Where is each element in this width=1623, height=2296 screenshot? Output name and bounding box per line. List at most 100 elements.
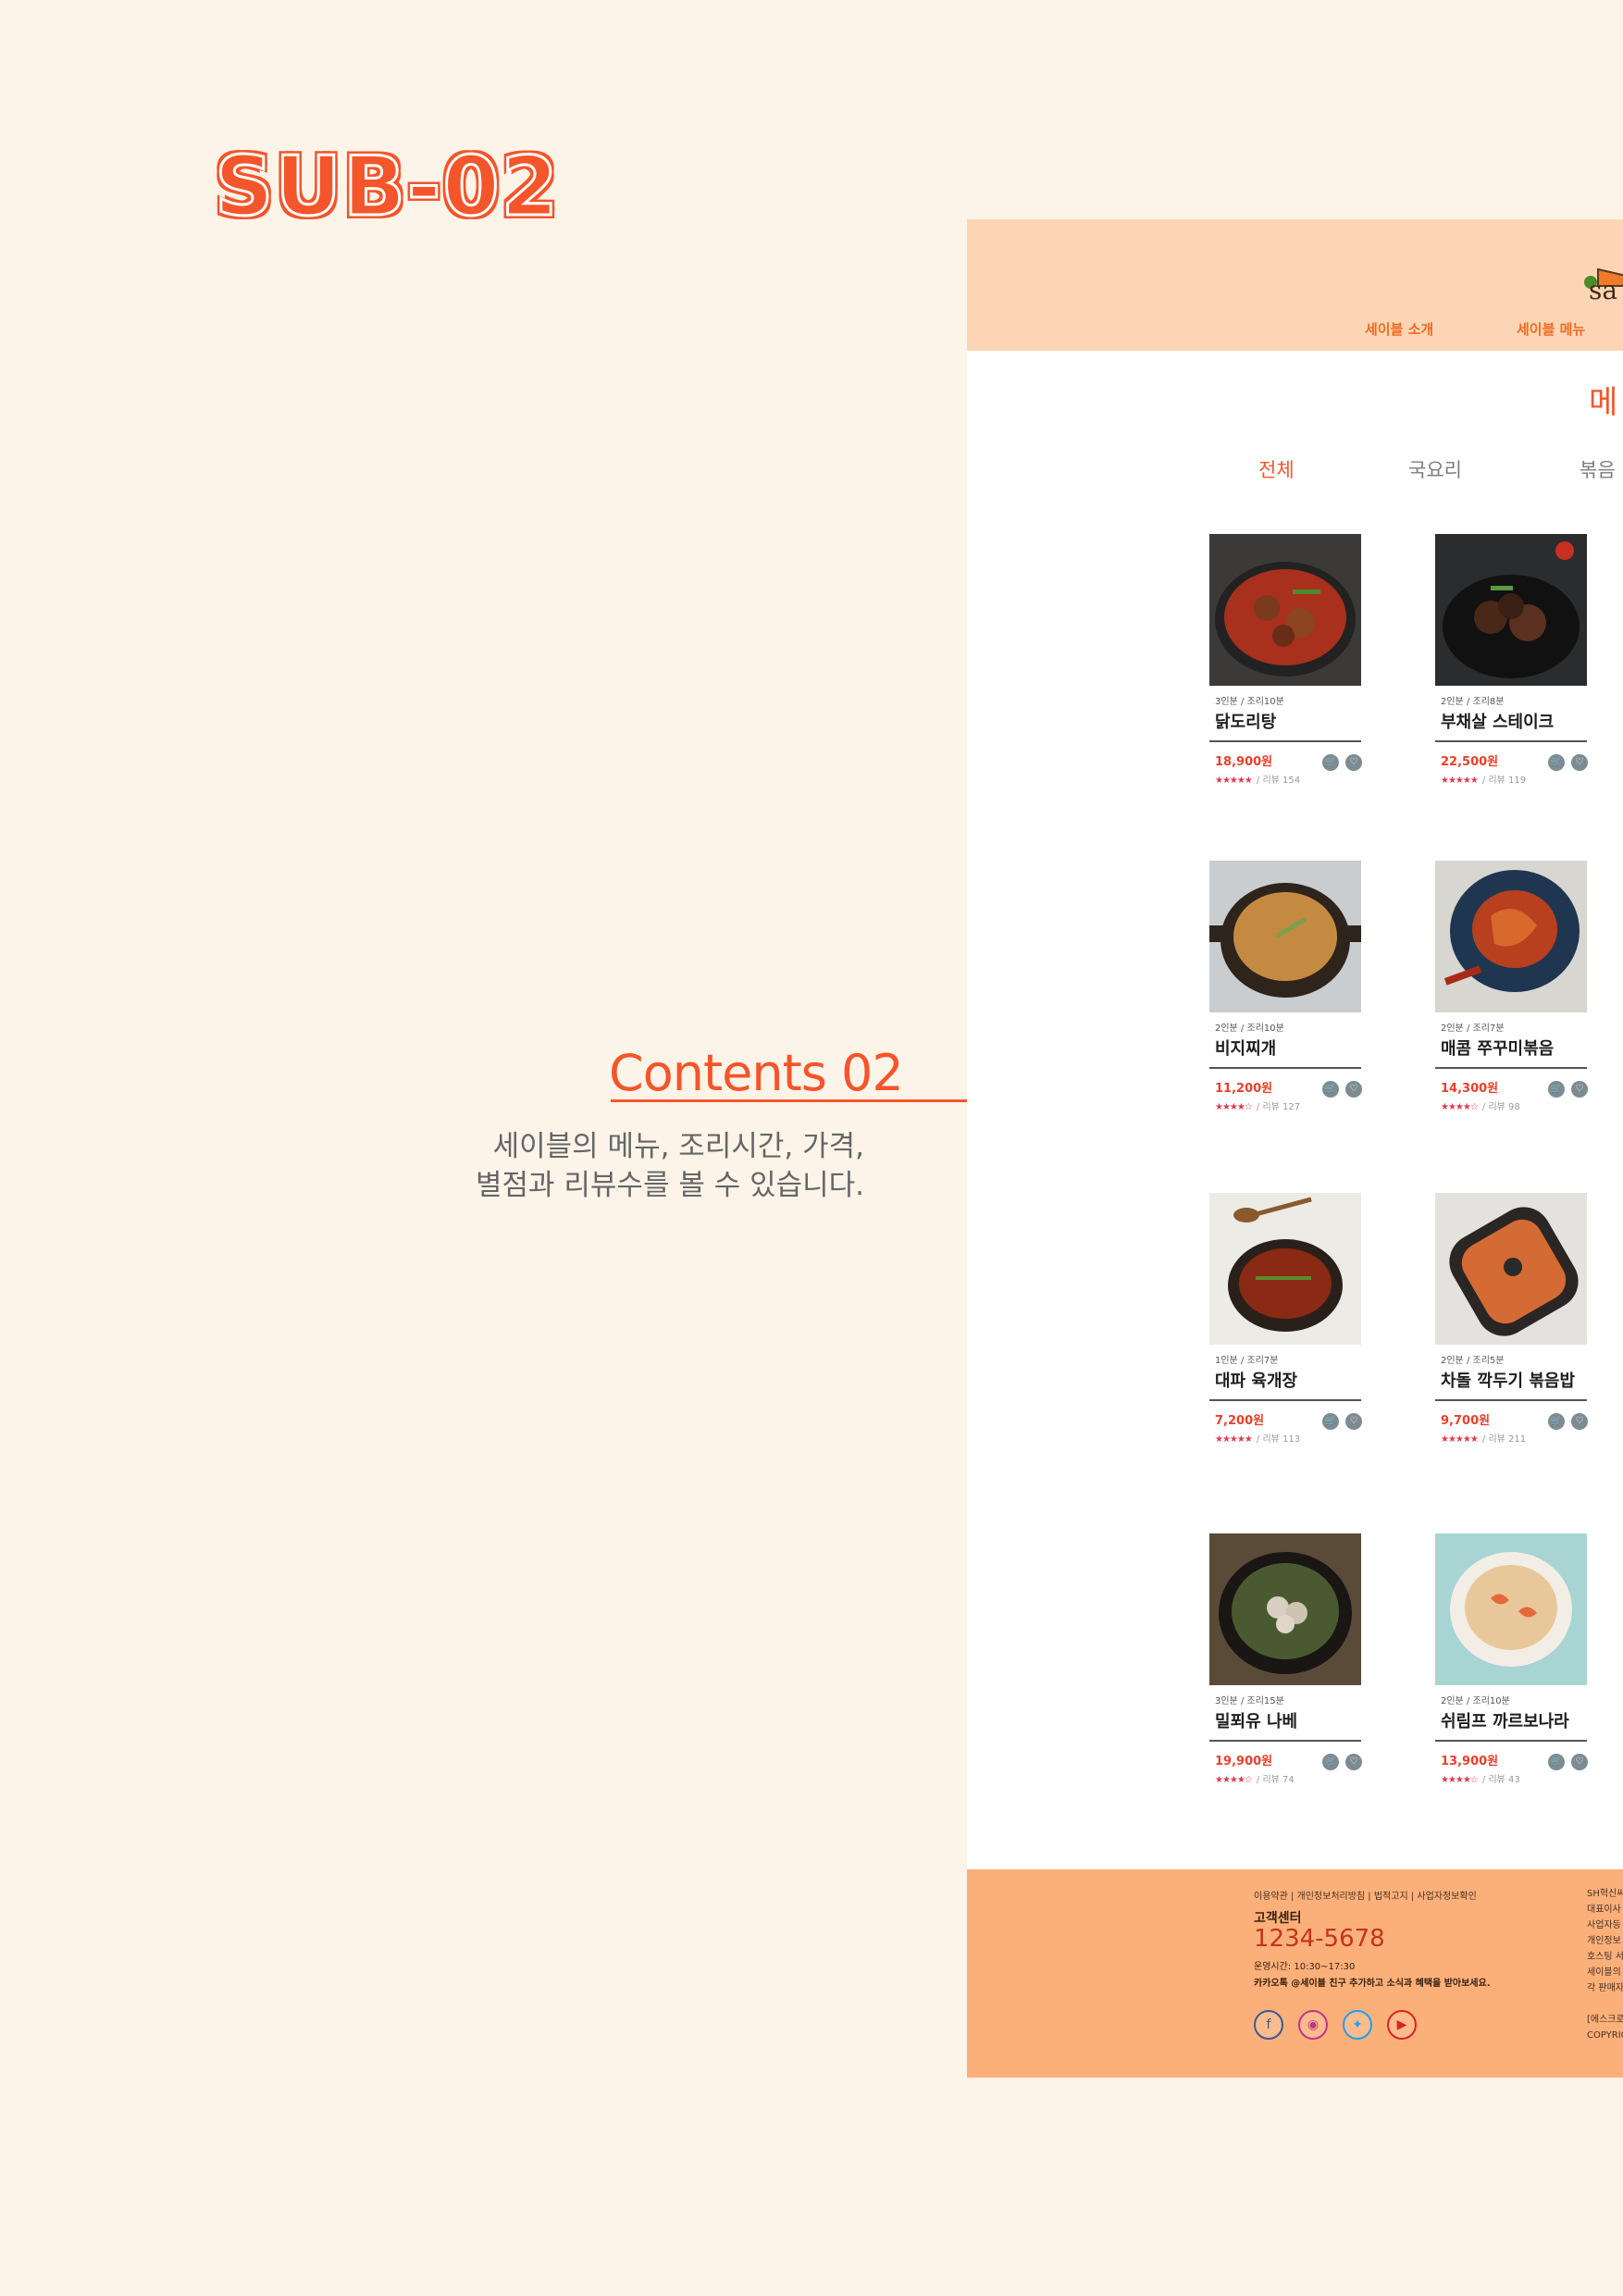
product-name[interactable]: 비지찌개	[1215, 1036, 1361, 1060]
product-photo[interactable]	[1209, 1533, 1361, 1685]
description-line: 세이블의 메뉴, 조리시간, 가격,	[492, 1130, 864, 1163]
product-name[interactable]: 닭도리탕	[1215, 709, 1361, 733]
cart-icon[interactable]: 🛒	[1322, 1413, 1339, 1430]
product-card[interactable]: 2인분 / 조리7분 매콤 쭈꾸미볶음 14,300원 ★★★★☆ / 리뷰 9…	[1435, 861, 1588, 1112]
rating-row: ★★★★☆ / 리뷰 74 🛒 ♡	[1215, 1754, 1362, 1785]
twitter-icon[interactable]: ✦	[1343, 2010, 1372, 2040]
product-card[interactable]: 2인분 / 조리10분 쉬림프 까르보나라 13,900원 ★★★★☆ / 리뷰…	[1435, 1533, 1588, 1785]
divider	[1435, 740, 1587, 742]
heart-icon[interactable]: ♡	[1345, 1413, 1362, 1430]
product-photo[interactable]	[1209, 861, 1361, 1012]
instagram-icon[interactable]: ◉	[1298, 2010, 1328, 2040]
servings-cooktime: 2인분 / 조리7분	[1441, 1024, 1505, 1034]
product-name[interactable]: 쉬림프 까르보나라	[1441, 1708, 1587, 1732]
product-name[interactable]: 부채살 스테이크	[1441, 709, 1587, 733]
heart-icon[interactable]: ♡	[1571, 754, 1588, 771]
product-price: 18,900원	[1215, 755, 1273, 769]
tab-stirfry[interactable]: 볶음	[1580, 455, 1616, 483]
rating-row: ★★★★☆ / 리뷰 43 🛒 ♡	[1441, 1754, 1588, 1785]
servings-cooktime: 1인분 / 조리7분	[1215, 1356, 1279, 1366]
servings-cooktime: 3인분 / 조리10분	[1215, 697, 1284, 707]
tab-soup[interactable]: 국요리	[1408, 455, 1462, 483]
heart-icon[interactable]: ♡	[1571, 1754, 1588, 1770]
review-count: / 리뷰 74	[1256, 1775, 1295, 1785]
heart-icon[interactable]: ♡	[1571, 1413, 1588, 1430]
product-card[interactable]: 1인분 / 조리7분 대파 육개장 7,200원 ★★★★★ / 리뷰 113 …	[1209, 1193, 1362, 1445]
product-photo[interactable]	[1435, 534, 1587, 686]
divider	[1435, 1740, 1587, 1742]
heart-icon[interactable]: ♡	[1571, 1081, 1588, 1098]
star-rating: ★★★★☆	[1215, 1102, 1253, 1112]
youtube-icon[interactable]: ▶	[1387, 2010, 1417, 2040]
review-count: / 리뷰 154	[1256, 776, 1301, 786]
cart-icon[interactable]: 🛒	[1548, 1413, 1565, 1430]
company-info: SH혁신씨 대표이사 사업자등 개인정보 호스팅 서 세이블의 각 판매자 [에…	[1587, 1886, 1623, 2043]
review-count: / 리뷰 98	[1481, 1102, 1520, 1112]
product-price: 9,700원	[1441, 1414, 1491, 1428]
product-price: 7,200원	[1215, 1414, 1265, 1428]
star-rating: ★★★★☆	[1441, 1775, 1479, 1785]
heart-icon[interactable]: ♡	[1345, 754, 1362, 771]
product-photo[interactable]	[1435, 861, 1587, 1012]
rating-row: ★★★★★ / 리뷰 211 🛒 ♡	[1441, 1413, 1588, 1445]
servings-cooktime: 2인분 / 조리10분	[1441, 1696, 1510, 1706]
cart-icon[interactable]: 🛒	[1322, 1754, 1339, 1770]
cart-icon[interactable]: 🛒	[1322, 1081, 1339, 1098]
company-line: 호스팅 서	[1587, 1952, 1623, 1962]
company-line	[1587, 1996, 1623, 2012]
heart-icon[interactable]: ♡	[1345, 1081, 1362, 1098]
servings-cooktime: 3인분 / 조리15분	[1215, 1696, 1284, 1706]
product-price: 22,500원	[1441, 755, 1499, 769]
cart-icon[interactable]: 🛒	[1548, 1754, 1565, 1770]
rating-row: ★★★★★ / 리뷰 119 🛒 ♡	[1441, 754, 1588, 786]
product-card[interactable]: 3인분 / 조리10분 닭도리탕 18,900원 ★★★★★ / 리뷰 154 …	[1209, 534, 1362, 786]
review-count: / 리뷰 43	[1481, 1775, 1520, 1785]
star-rating: ★★★★★	[1215, 1434, 1253, 1445]
customer-center-label: 고객센터	[1254, 1911, 1302, 1926]
product-photo[interactable]	[1435, 1193, 1587, 1345]
facebook-icon[interactable]: f	[1254, 2010, 1283, 2040]
review-count: / 리뷰 113	[1256, 1434, 1301, 1445]
product-photo[interactable]	[1209, 1193, 1361, 1345]
product-price: 13,900원	[1441, 1755, 1499, 1769]
cart-icon[interactable]: 🛒	[1322, 754, 1339, 771]
product-card[interactable]: 3인분 / 조리15분 밀푀유 나베 19,900원 ★★★★☆ / 리뷰 74…	[1209, 1533, 1362, 1785]
company-line: 사업자등	[1587, 1920, 1621, 1930]
divider	[1435, 1067, 1587, 1069]
site-header: sa 세이블 소개 세이블 메뉴	[967, 219, 1623, 351]
product-name[interactable]: 밀푀유 나베	[1215, 1708, 1361, 1732]
cart-icon[interactable]: 🛒	[1548, 754, 1565, 771]
servings-cooktime: 2인분 / 조리5분	[1441, 1356, 1505, 1366]
divider	[1209, 1399, 1361, 1401]
company-line: 대표이사	[1587, 1905, 1621, 1915]
company-line: 세이블의	[1587, 1967, 1621, 1978]
product-photo[interactable]	[1435, 1533, 1587, 1685]
star-rating: ★★★★☆	[1215, 1775, 1253, 1785]
company-line: 각 판매자	[1587, 1983, 1623, 1993]
review-count: / 리뷰 127	[1256, 1102, 1301, 1112]
divider	[1209, 1740, 1361, 1742]
star-rating: ★★★★★	[1215, 776, 1253, 786]
product-name[interactable]: 대파 육개장	[1215, 1368, 1361, 1392]
servings-cooktime: 2인분 / 조리8분	[1441, 697, 1505, 707]
product-card[interactable]: 2인분 / 조리8분 부채살 스테이크 22,500원 ★★★★★ / 리뷰 1…	[1435, 534, 1588, 786]
cart-icon[interactable]: 🛒	[1548, 1081, 1565, 1098]
nav-menu[interactable]: 세이블 메뉴	[1517, 319, 1585, 339]
site-footer: 이용약관 | 개인정보처리방침 | 법적고지 | 사업자정보확인 고객센터 12…	[967, 1869, 1623, 2078]
tab-all[interactable]: 전체	[1258, 455, 1295, 483]
product-photo[interactable]	[1209, 534, 1361, 686]
rating-row: ★★★★☆ / 리뷰 127 🛒 ♡	[1215, 1081, 1362, 1112]
kakao-notice: 카카오톡 @세이블 친구 추가하고 소식과 혜택을 받아보세요.	[1254, 1979, 1491, 1989]
product-name[interactable]: 매콤 쭈꾸미볶음	[1441, 1036, 1587, 1060]
nav-about[interactable]: 세이블 소개	[1365, 319, 1433, 339]
rating-row: ★★★★★ / 리뷰 113 🛒 ♡	[1215, 1413, 1362, 1445]
product-card[interactable]: 2인분 / 조리10분 비지찌개 11,200원 ★★★★☆ / 리뷰 127 …	[1209, 861, 1362, 1112]
servings-cooktime: 2인분 / 조리10분	[1215, 1024, 1284, 1034]
heart-icon[interactable]: ♡	[1345, 1754, 1362, 1770]
divider	[1209, 1067, 1361, 1069]
product-card[interactable]: 2인분 / 조리5분 차돌 깍두기 볶음밥 9,700원 ★★★★★ / 리뷰 …	[1435, 1193, 1588, 1445]
company-line: [에스크로	[1587, 2015, 1623, 2025]
footer-links[interactable]: 이용약관 | 개인정보처리방침 | 법적고지 | 사업자정보확인	[1254, 1888, 1477, 1902]
product-name[interactable]: 차돌 깍두기 볶음밥	[1441, 1368, 1587, 1392]
company-line: COPYRIG	[1587, 2030, 1623, 2041]
